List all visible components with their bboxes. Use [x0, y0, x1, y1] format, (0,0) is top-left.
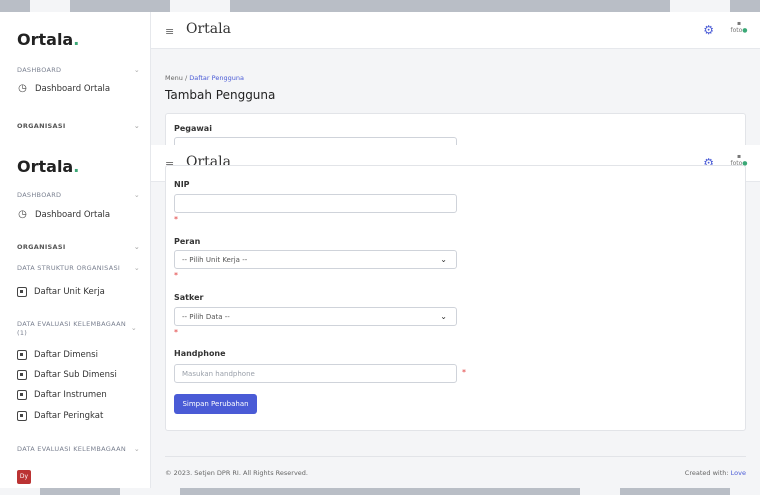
table-icon: [17, 370, 27, 380]
handphone-label: Handphone: [174, 349, 226, 358]
brand-logo[interactable]: Ortala.: [17, 30, 79, 49]
table-icon: [17, 287, 27, 297]
satker-select[interactable]: -- Pilih Data -- ⌄: [174, 307, 457, 326]
save-button[interactable]: Simpan Perubahan: [174, 394, 257, 414]
chevron-down-icon: ⌄: [440, 312, 447, 321]
avatar[interactable]: ▪ foto●: [730, 20, 748, 38]
page-title: Tambah Pengguna: [165, 88, 276, 102]
footer-copyright: © 2023. Setjen DPR RI. All Rights Reserv…: [165, 469, 308, 477]
sidebar-item-instrumen[interactable]: Daftar Instrumen: [17, 390, 144, 400]
clock-icon: ◷: [18, 209, 27, 220]
table-icon: [17, 390, 27, 400]
breadcrumb: Menu / Daftar Pengguna: [165, 74, 244, 82]
sidebar-section-organisasi[interactable]: ORGANISASI ⌄: [17, 243, 140, 251]
required-mark: *: [174, 271, 178, 280]
handphone-input[interactable]: Masukan handphone: [174, 364, 457, 383]
peran-label: Peran: [174, 237, 201, 246]
chevron-down-icon: ⌄: [133, 66, 140, 74]
satker-label: Satker: [174, 293, 204, 302]
sidebar-item-dashboard[interactable]: ◷ Dashboard Ortala: [17, 83, 144, 94]
sidebar-section-evaluasi-2[interactable]: DATA EVALUASI KELEMBAGAAN ⌄: [17, 445, 140, 453]
required-mark: *: [462, 368, 466, 377]
chevron-down-icon: ⌄: [130, 324, 137, 332]
sidebar-section-organisasi[interactable]: ORGANISASI ⌄: [17, 122, 140, 130]
table-icon: [17, 350, 27, 360]
gear-icon[interactable]: ⚙: [703, 23, 714, 37]
chevron-down-icon: ⌄: [133, 445, 140, 453]
chevron-down-icon: ⌄: [440, 255, 447, 264]
pegawai-select[interactable]: [174, 137, 457, 145]
top-stripe: [0, 0, 30, 12]
bottom-stripe: [40, 488, 120, 495]
sidebar-item-sub-dimensi[interactable]: Daftar Sub Dimensi: [17, 370, 144, 380]
framework-badge-icon: Dy: [17, 470, 31, 484]
top-stripe: [730, 0, 760, 12]
menu-icon[interactable]: ≡: [165, 25, 174, 38]
bottom-stripe: [180, 488, 580, 495]
sidebar: Ortala. DASHBOARD ⌄ ◷ Dashboard Ortala ORG…: [0, 145, 151, 488]
pegawai-label: Pegawai: [174, 124, 212, 133]
sidebar-item-peringkat[interactable]: Daftar Peringkat: [17, 411, 144, 421]
sidebar-item-dashboard[interactable]: ◷ Dashboard Ortala: [17, 209, 144, 220]
sidebar-section-dashboard[interactable]: DASHBOARD ⌄: [17, 191, 140, 199]
brand-logo[interactable]: Ortala.: [17, 157, 79, 176]
sidebar-section-evaluasi-1[interactable]: DATA EVALUASI KELEMBAGAAN (1) ⌄: [17, 320, 137, 338]
top-stripe: [70, 0, 170, 12]
bottom-stripe: [620, 488, 730, 495]
chevron-down-icon: ⌄: [133, 243, 140, 251]
chevron-down-icon: ⌄: [133, 191, 140, 199]
footer-divider: [165, 456, 746, 457]
background-frame: Ortala. DASHBOARD ⌄ ◷ Dashboard Ortala ORG…: [0, 12, 760, 145]
sidebar-item-unit-kerja[interactable]: Daftar Unit Kerja: [17, 287, 144, 297]
required-mark: *: [174, 215, 178, 224]
sidebar-item-dimensi[interactable]: Daftar Dimensi: [17, 350, 144, 360]
top-stripe: [230, 0, 670, 12]
breadcrumb-link[interactable]: Daftar Pengguna: [189, 74, 244, 82]
chevron-down-icon: ⌄: [133, 122, 140, 130]
nip-label: NIP: [174, 180, 190, 189]
chevron-down-icon: ⌄: [133, 264, 140, 272]
footer-credit: Created with: Love: [684, 469, 746, 477]
app-title: Ortala: [186, 21, 231, 37]
nip-input[interactable]: [174, 194, 457, 213]
clock-icon: ◷: [18, 83, 27, 94]
peran-select[interactable]: -- Pilih Unit Kerja -- ⌄: [174, 250, 457, 269]
sidebar: Ortala. DASHBOARD ⌄ ◷ Dashboard Ortala ORG…: [0, 12, 151, 145]
sidebar-section-dashboard[interactable]: DASHBOARD ⌄: [17, 66, 140, 74]
main-frame: Ortala. DASHBOARD ⌄ ◷ Dashboard Ortala ORG…: [0, 145, 760, 488]
sidebar-section-struktur[interactable]: DATA STRUKTUR ORGANISASI ⌄: [17, 264, 140, 272]
topbar: ≡ Ortala ⚙ ▪foto●: [151, 12, 760, 49]
required-mark: *: [174, 328, 178, 337]
table-icon: [17, 411, 27, 421]
love-link[interactable]: Love: [731, 469, 746, 477]
